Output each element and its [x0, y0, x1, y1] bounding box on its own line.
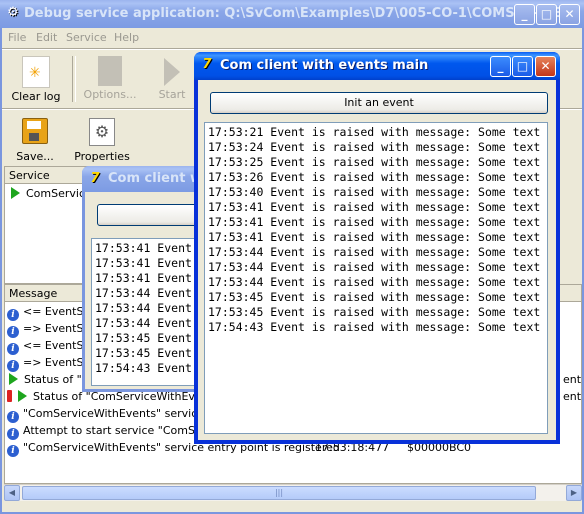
info-icon: i	[7, 309, 19, 321]
client-front-titlebar[interactable]: 7 Com client with events main _ □ ✕	[194, 52, 560, 80]
event-line[interactable]: 17:53:40 Event is raised with message: S…	[208, 185, 540, 200]
floppy-disk-icon	[22, 118, 48, 144]
scroll-thumb[interactable]: |||	[22, 486, 536, 500]
info-icon: i	[7, 411, 19, 423]
event-line[interactable]: 17:53:44 Event	[95, 301, 192, 316]
event-line[interactable]: 17:53:21 Event is raised with message: S…	[208, 125, 540, 140]
event-line[interactable]: 17:53:41 Event is raised with message: S…	[208, 200, 540, 215]
event-line[interactable]: 17:53:24 Event is raised with message: S…	[208, 140, 540, 155]
message-row[interactable]: i "ComServiceWithEvents" service c	[7, 407, 214, 423]
options-icon	[98, 56, 122, 86]
client-close-button[interactable]: ✕	[535, 56, 556, 77]
message-row[interactable]: Status of "ComServiceWithEvents"	[7, 390, 224, 406]
save-button[interactable]: Save...	[12, 116, 58, 163]
event-line[interactable]: 17:53:44 Event	[95, 286, 192, 301]
delphi-app-icon: 7	[90, 171, 100, 186]
event-line[interactable]: 17:53:45 Event is raised with message: S…	[208, 290, 540, 305]
event-line[interactable]: 17:53:41 Event	[95, 271, 192, 286]
toolbar-separator	[72, 56, 76, 102]
service-list[interactable]: Service ComServiceWithEvents	[4, 166, 154, 284]
client-window-front[interactable]: 7 Com client with events main _ □ ✕ Init…	[194, 52, 560, 444]
event-line[interactable]: 17:53:45 Event is raised with message: S…	[208, 305, 540, 320]
info-icon: i	[7, 445, 19, 457]
message-right-fragment: ent	[563, 373, 582, 386]
client-front-client: Init an event 17:53:21 Event is raised w…	[198, 80, 556, 440]
delphi-app-icon: 7	[202, 57, 212, 72]
properties-gear-icon: ⚙	[89, 118, 115, 146]
event-line[interactable]: 17:53:41 Event is raised with message: S…	[208, 230, 540, 245]
maximize-button[interactable]: □	[536, 4, 557, 25]
status-bar	[2, 502, 582, 512]
info-icon: i	[7, 428, 19, 440]
event-message-list[interactable]: 17:53:21 Event is raised with message: S…	[204, 122, 548, 434]
start-button[interactable]: Start	[152, 54, 192, 101]
scroll-left-button[interactable]: ◀	[4, 485, 20, 501]
start-label: Start	[158, 88, 186, 101]
event-line[interactable]: 17:54:43 Event is raised with message: S…	[208, 320, 540, 335]
menu-file[interactable]: File	[8, 31, 26, 44]
message-right-fragment: ent	[563, 390, 582, 403]
gear-app-icon: ⚙	[7, 5, 19, 20]
event-line[interactable]: 17:53:45 Event	[95, 346, 192, 361]
event-line[interactable]: 17:54:43 Event	[95, 361, 192, 376]
event-line[interactable]: 17:53:44 Event is raised with message: S…	[208, 245, 540, 260]
message-text: "ComServiceWithEvents" service c	[23, 407, 214, 420]
menu-bar: File Edit Service Help	[2, 28, 582, 48]
play-icon	[18, 390, 27, 402]
options-button[interactable]: Options...	[82, 54, 138, 101]
start-icon	[164, 58, 180, 86]
client-minimize-button[interactable]: _	[490, 56, 511, 77]
clear-log-button[interactable]: ✳ Clear log	[8, 54, 64, 103]
minimize-button[interactable]: _	[514, 4, 535, 25]
close-button[interactable]: ✕	[559, 4, 580, 25]
event-line[interactable]: 17:53:44 Event	[95, 316, 192, 331]
client-maximize-button[interactable]: □	[512, 56, 533, 77]
event-line[interactable]: 17:53:41 Event is raised with message: S…	[208, 215, 540, 230]
menu-edit[interactable]: Edit	[36, 31, 57, 44]
menu-divider	[2, 48, 582, 50]
play-icon	[9, 373, 18, 385]
event-line[interactable]: 17:53:45 Event	[95, 331, 192, 346]
event-line[interactable]: 17:53:44 Event is raised with message: S…	[208, 260, 540, 275]
menu-help[interactable]: Help	[114, 31, 139, 44]
scroll-right-button[interactable]: ▶	[566, 485, 582, 501]
init-event-button[interactable]: Init an event	[210, 92, 548, 114]
event-line[interactable]: 17:53:44 Event is raised with message: S…	[208, 275, 540, 290]
message-horizontal-scrollbar[interactable]: ◀ ||| ▶	[4, 484, 582, 501]
clear-log-icon: ✳	[22, 56, 50, 88]
properties-button[interactable]: ⚙ Properties	[74, 116, 130, 163]
running-icon	[11, 187, 20, 199]
info-icon: i	[7, 326, 19, 338]
info-icon: i	[7, 343, 19, 355]
info-icon: i	[7, 360, 19, 372]
main-titlebar[interactable]: ⚙ Debug service application: Q:\SvCom\Ex…	[0, 0, 584, 28]
properties-label: Properties	[74, 150, 130, 163]
service-column-header[interactable]: Service	[5, 167, 93, 184]
clear-log-label: Clear log	[11, 90, 61, 103]
menu-service[interactable]: Service	[66, 31, 107, 44]
event-line[interactable]: 17:53:41 Event	[95, 256, 192, 271]
client-front-title: Com client with events main	[220, 58, 429, 73]
options-label: Options...	[83, 88, 137, 101]
stop-icon	[7, 390, 12, 402]
event-line[interactable]: 17:53:41 Event	[95, 241, 192, 256]
save-label: Save...	[16, 150, 54, 163]
event-line[interactable]: 17:53:25 Event is raised with message: S…	[208, 155, 540, 170]
event-line[interactable]: 17:53:26 Event is raised with message: S…	[208, 170, 540, 185]
main-window-title: Debug service application: Q:\SvCom\Exam…	[24, 6, 581, 21]
